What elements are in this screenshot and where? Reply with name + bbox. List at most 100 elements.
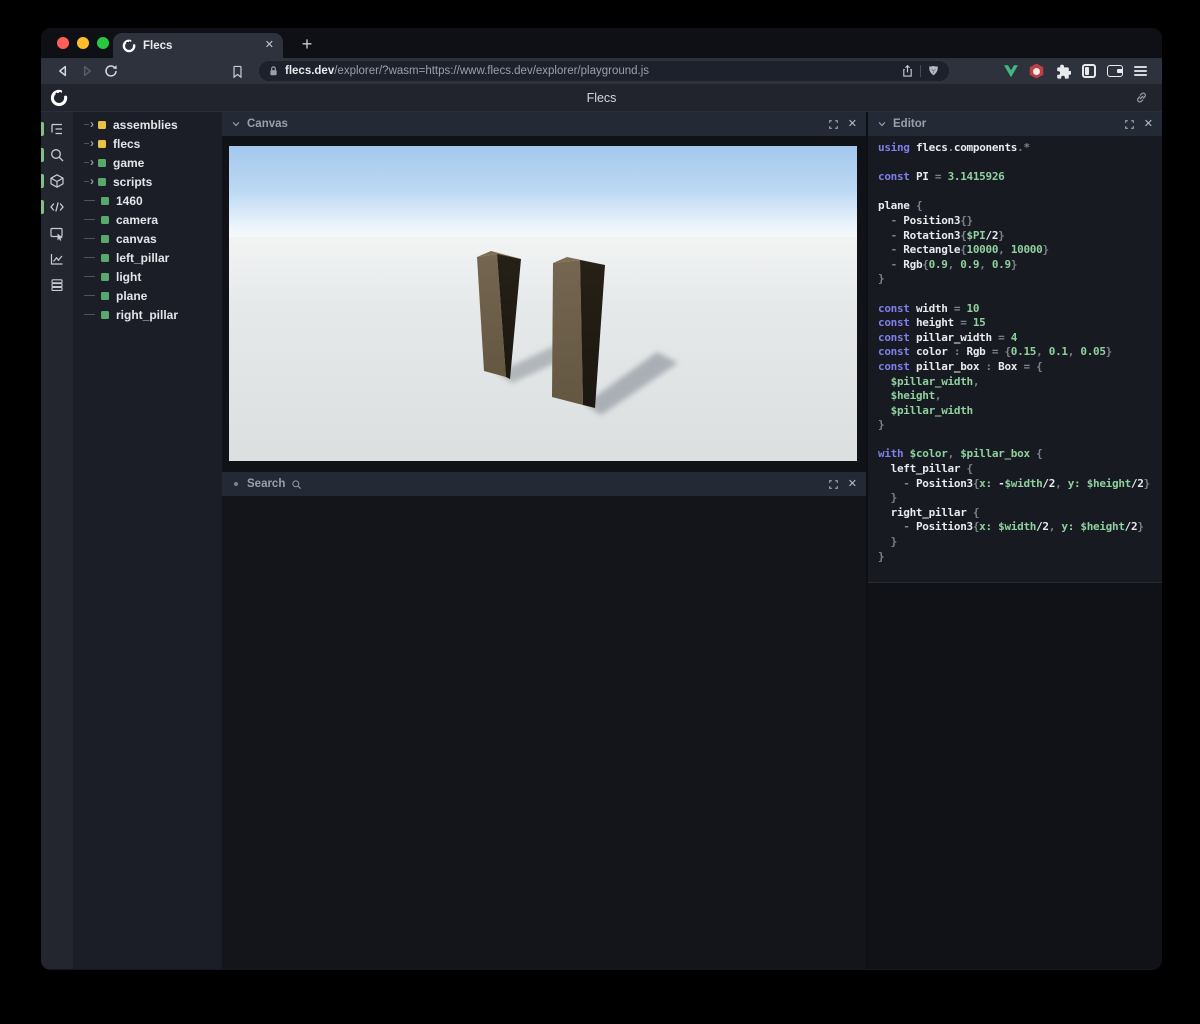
- share-link-icon[interactable]: [1134, 90, 1149, 105]
- rail-inspector-button[interactable]: [41, 220, 73, 246]
- rail-rows-button[interactable]: [41, 272, 73, 298]
- tree-item-right_pillar[interactable]: right_pillar: [73, 305, 222, 324]
- tree-item-label: camera: [116, 212, 159, 227]
- entity-color-square: [101, 234, 109, 243]
- rail-cube-button[interactable]: [41, 168, 73, 194]
- chevron-down-icon[interactable]: [877, 119, 887, 129]
- rail-search-button[interactable]: [41, 142, 73, 168]
- browser-tab[interactable]: Flecs ✕: [113, 33, 283, 58]
- entity-color-square: [98, 158, 106, 167]
- tree-item-1460[interactable]: 1460: [73, 191, 222, 210]
- new-tab-button[interactable]: +: [293, 31, 321, 58]
- wallet-icon[interactable]: [1103, 60, 1126, 82]
- tree-guide-line: [84, 257, 95, 258]
- tree-guide-line: [84, 200, 95, 201]
- sidebar-extension-icon[interactable]: [1077, 60, 1100, 82]
- browser-toolbar: flecs.dev/explorer/?wasm=https://www.fle…: [41, 58, 1162, 84]
- tree-item-left_pillar[interactable]: left_pillar: [73, 248, 222, 267]
- search-panel-title: Search: [247, 478, 286, 490]
- brave-shield-icon[interactable]: [927, 64, 940, 78]
- editor-panel-title: Editor: [893, 118, 927, 130]
- flecs-favicon-icon: [122, 39, 136, 53]
- code-line: }: [878, 272, 885, 286]
- tree-item-label: scripts: [113, 174, 153, 189]
- tree-item-label: flecs: [113, 136, 141, 151]
- rail-code-button[interactable]: [41, 194, 73, 220]
- code-line: using flecs.components.*: [878, 141, 1030, 154]
- maximize-window-button[interactable]: [97, 37, 109, 49]
- chevron-down-icon[interactable]: [231, 119, 241, 129]
- code-line: - Rotation3{$PI/2}: [878, 228, 1005, 242]
- menu-icon[interactable]: [1129, 60, 1152, 82]
- entity-color-square: [101, 310, 109, 319]
- chevron-right-icon[interactable]: ›: [90, 156, 94, 168]
- collapsed-indicator-dot[interactable]: [234, 482, 238, 486]
- back-button[interactable]: [51, 60, 75, 82]
- chevron-right-icon[interactable]: ›: [90, 175, 94, 187]
- entity-color-square: [98, 139, 106, 148]
- rail-entity-tree-button[interactable]: [41, 116, 73, 142]
- url-path: /explorer/?wasm=https://www.flecs.dev/ex…: [334, 65, 650, 77]
- forward-button[interactable]: [75, 60, 99, 82]
- bookmark-icon[interactable]: [225, 60, 249, 82]
- close-icon[interactable]: ✕: [1144, 118, 1153, 130]
- chevron-right-icon[interactable]: ›: [90, 118, 94, 130]
- canvas-panel-title: Canvas: [247, 118, 288, 130]
- entity-color-square: [98, 177, 106, 186]
- code-editor[interactable]: using flecs.components.* const PI = 3.14…: [868, 136, 1162, 583]
- expand-icon[interactable]: [828, 479, 839, 490]
- search-icon: [291, 479, 302, 490]
- tree-item-flecs[interactable]: › flecs: [73, 134, 222, 153]
- vue-devtools-icon[interactable]: [999, 60, 1022, 82]
- share-icon[interactable]: [901, 64, 914, 78]
- code-line: - Rectangle{10000, 10000}: [878, 243, 1049, 257]
- tab-close-icon[interactable]: ✕: [265, 40, 274, 51]
- page-title: Flecs: [586, 90, 617, 105]
- entity-color-square: [101, 196, 109, 205]
- browser-window: Flecs ✕ + flecs.dev/explorer/?wasm=https…: [41, 28, 1162, 970]
- rail-chart-button[interactable]: [41, 246, 73, 272]
- close-icon[interactable]: ✕: [848, 118, 857, 130]
- extensions-puzzle-icon[interactable]: [1051, 60, 1074, 82]
- tree-item-label: right_pillar: [116, 307, 179, 322]
- search-panel-body[interactable]: [222, 496, 866, 969]
- entity-tree: › assemblies › flecs › game › scripts 1460 camera…: [73, 112, 222, 969]
- app-content: › assemblies › flecs › game › scripts 1460 camera…: [41, 112, 1162, 969]
- code-line: - Position3{x: $width/2, y: $height/2}: [878, 520, 1144, 534]
- code-line: plane {: [878, 199, 923, 213]
- tree-item-canvas[interactable]: canvas: [73, 229, 222, 248]
- tree-item-game[interactable]: › game: [73, 153, 222, 172]
- tree-guide-line: [84, 238, 95, 239]
- tab-title: Flecs: [143, 39, 173, 52]
- code-line: - Rgb{0.9, 0.9, 0.9}: [878, 257, 1018, 271]
- address-bar[interactable]: flecs.dev/explorer/?wasm=https://www.fle…: [259, 61, 949, 81]
- code-line: const pillar_width = 4: [878, 330, 1018, 344]
- code-line: $pillar_width: [878, 403, 974, 417]
- red-hexagon-extension-icon[interactable]: [1025, 60, 1048, 82]
- tree-item-label: plane: [116, 288, 148, 303]
- entity-color-square: [101, 215, 109, 224]
- close-icon[interactable]: ✕: [848, 478, 857, 490]
- minimize-window-button[interactable]: [77, 37, 89, 49]
- tree-item-label: game: [113, 155, 145, 170]
- url-domain: flecs.dev: [285, 65, 335, 77]
- tree-item-assemblies[interactable]: › assemblies: [73, 115, 222, 134]
- 3d-scene-viewport[interactable]: [229, 146, 857, 461]
- tree-item-camera[interactable]: camera: [73, 210, 222, 229]
- tree-item-scripts[interactable]: › scripts: [73, 172, 222, 191]
- flecs-logo-icon: [50, 89, 68, 107]
- expand-icon[interactable]: [828, 119, 839, 130]
- tree-item-plane[interactable]: plane: [73, 286, 222, 305]
- expand-icon[interactable]: [1124, 119, 1135, 130]
- tree-item-light[interactable]: light: [73, 267, 222, 286]
- active-indicator: [41, 200, 44, 214]
- editor-panel-header: Editor ✕: [868, 112, 1162, 136]
- active-indicator: [41, 174, 44, 188]
- chevron-right-icon[interactable]: ›: [90, 137, 94, 149]
- reload-button[interactable]: [99, 60, 123, 82]
- tree-guide-line: [84, 124, 89, 125]
- code-line: const PI = 3.1415926: [878, 170, 1005, 184]
- close-window-button[interactable]: [57, 37, 69, 49]
- extension-icons: [999, 60, 1152, 82]
